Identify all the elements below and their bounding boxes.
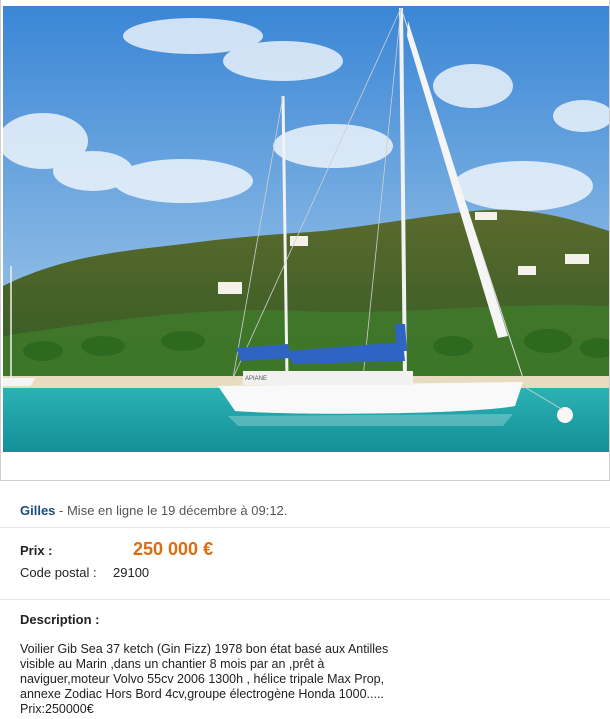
divider bbox=[0, 527, 610, 528]
postal-code-label: Code postal : bbox=[20, 565, 97, 580]
photo-frame: APIANE bbox=[0, 0, 610, 481]
divider bbox=[0, 599, 610, 600]
boat-photo[interactable]: APIANE bbox=[3, 6, 609, 452]
posted-date-text: - Mise en ligne le 19 décembre à 09:12. bbox=[55, 503, 288, 518]
postal-code-value: 29100 bbox=[113, 565, 150, 580]
price-label: Prix : bbox=[20, 543, 53, 558]
boat-name-text: APIANE bbox=[245, 376, 267, 382]
price-row: Prix : 250 000 € bbox=[20, 539, 580, 563]
seller-line: Gilles - Mise en ligne le 19 décembre à … bbox=[20, 503, 287, 518]
description-title: Description : bbox=[20, 612, 100, 627]
seller-name-link[interactable]: Gilles bbox=[20, 503, 55, 518]
price-value: 250 000 € bbox=[133, 539, 214, 559]
postal-row: Code postal : 29100 bbox=[20, 565, 580, 585]
description-text: Voilier Gib Sea 37 ketch (Gin Fizz) 1978… bbox=[20, 642, 389, 716]
